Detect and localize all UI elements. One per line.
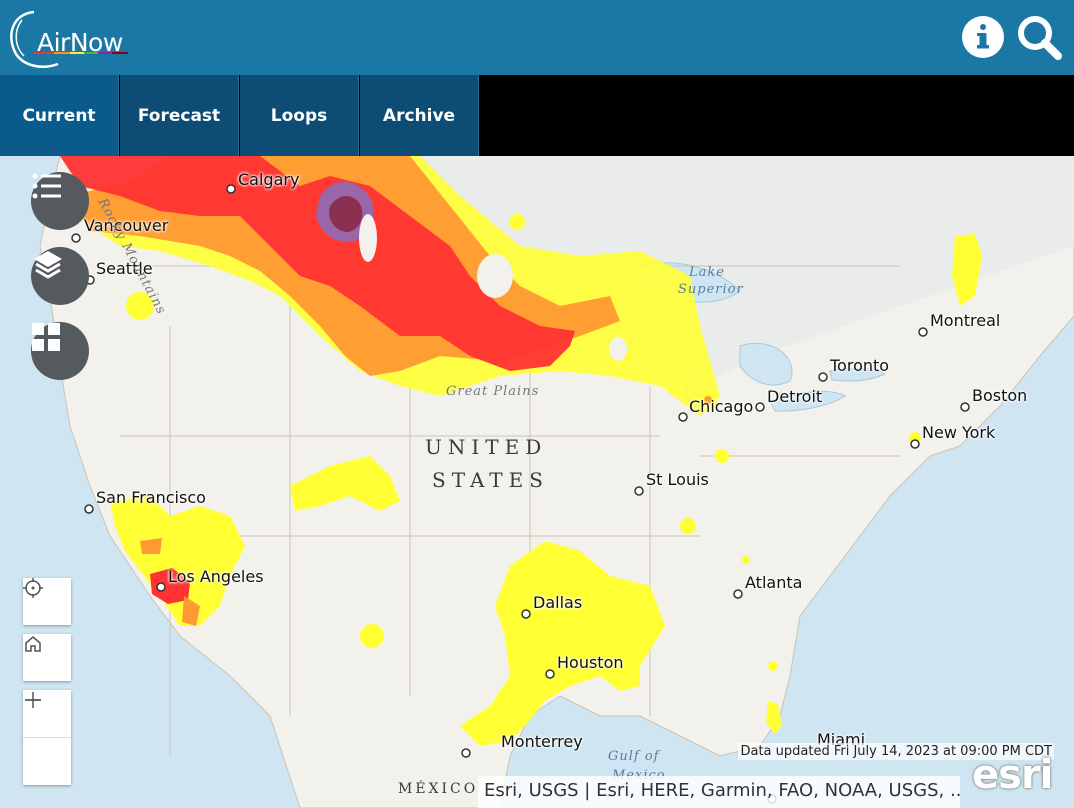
city-label-atlanta: Atlanta xyxy=(745,573,803,592)
aqi-moderate-spot xyxy=(768,661,778,671)
legend-button[interactable] xyxy=(31,172,89,230)
aqi-moderate-spot xyxy=(509,214,525,230)
city-label-detroit: Detroit xyxy=(767,387,823,406)
city-label-chicago: Chicago xyxy=(689,397,754,416)
aqi-moderate-spot xyxy=(742,556,750,564)
aqi-moderate-spot xyxy=(715,449,729,463)
aqi-moderate-spot xyxy=(360,624,384,648)
city-label-dallas: Dallas xyxy=(533,593,583,612)
country-label-states: STATES xyxy=(432,468,549,492)
region-label-great-plains: Great Plains xyxy=(446,384,540,399)
city-label-st-louis: St Louis xyxy=(646,470,709,489)
search-button[interactable] xyxy=(1015,12,1062,60)
esri-logo[interactable]: esri xyxy=(972,752,1053,798)
clear-patch xyxy=(359,214,377,262)
app-header: AirNow xyxy=(0,0,1074,75)
aqi-moderate-spot xyxy=(680,518,696,534)
zoom-control xyxy=(23,690,71,785)
country-label-mexico: MÉXICO xyxy=(398,781,479,797)
airnow-logo[interactable]: AirNow xyxy=(4,6,130,72)
city-label-san-francisco: San Francisco xyxy=(96,488,206,507)
basemap-button[interactable] xyxy=(31,322,89,380)
layers-icon xyxy=(34,251,62,279)
home-button[interactable] xyxy=(23,634,71,681)
city-label-calgary: Calgary xyxy=(238,170,300,189)
city-label-boston: Boston xyxy=(972,386,1028,405)
home-icon xyxy=(25,636,41,652)
city-label-toronto: Toronto xyxy=(830,356,890,375)
locate-control xyxy=(23,578,71,625)
city-label-houston: Houston xyxy=(557,653,624,672)
city-label-los-angeles: Los Angeles xyxy=(168,567,264,586)
home-control xyxy=(23,634,71,681)
zoom-out-button[interactable] xyxy=(23,699,71,785)
city-label-monterrey: Monterrey xyxy=(501,732,583,751)
country-label-united: UNITED xyxy=(425,435,548,459)
locate-button[interactable] xyxy=(23,578,71,625)
clear-patch xyxy=(477,254,513,298)
zoom-out-icon xyxy=(25,699,41,701)
water-label-gulf-of: Gulf of xyxy=(608,749,660,764)
main-tabs: Current Forecast Loops Archive xyxy=(0,75,1074,156)
map-attribution[interactable]: Esri, USGS | Esri, HERE, Garmin, FAO, NO… xyxy=(478,776,960,808)
water-label-lake: Lake xyxy=(689,265,725,280)
logo-text: AirNow xyxy=(37,28,123,57)
layers-button[interactable] xyxy=(31,247,89,305)
tab-loops[interactable]: Loops xyxy=(240,75,359,156)
aqi-map[interactable]: Calgary Vancouver Seattle Montreal Toron… xyxy=(0,156,1074,808)
locate-icon xyxy=(23,578,43,598)
tab-current[interactable]: Current xyxy=(0,75,119,156)
tab-archive[interactable]: Archive xyxy=(360,75,479,156)
water-label-superior: Superior xyxy=(678,282,744,297)
city-label-new-york: New York xyxy=(922,423,996,442)
search-icon xyxy=(1018,16,1062,60)
legend-list-icon xyxy=(32,173,61,199)
city-label-montreal: Montreal xyxy=(930,311,1001,330)
clear-patch xyxy=(609,337,627,361)
basemap-grid-icon xyxy=(32,323,60,351)
info-icon xyxy=(962,16,1004,58)
info-button[interactable] xyxy=(960,12,1006,60)
tab-forecast[interactable]: Forecast xyxy=(120,75,239,156)
